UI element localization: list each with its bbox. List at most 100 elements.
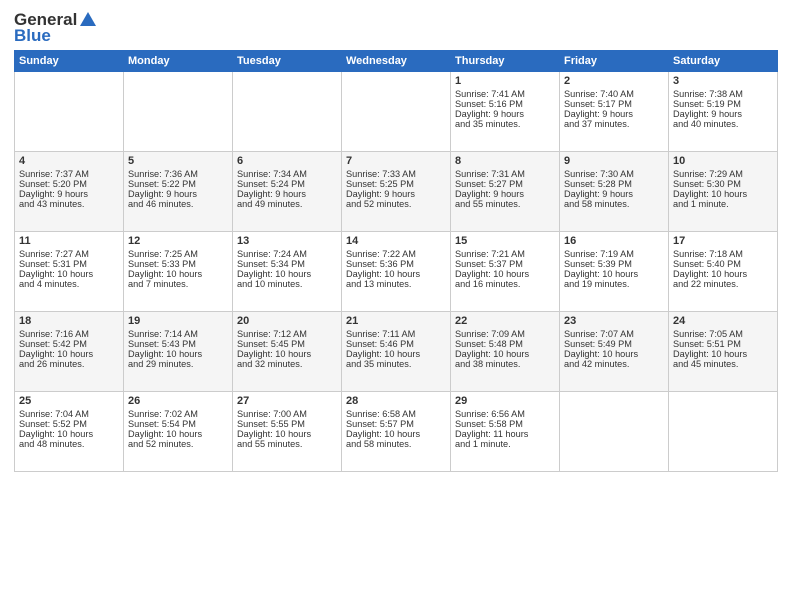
cell-text: Daylight: 9 hours — [455, 189, 555, 199]
cell-text: Daylight: 10 hours — [564, 349, 664, 359]
cell-text: Sunset: 5:31 PM — [19, 259, 119, 269]
cell-text: Sunset: 5:39 PM — [564, 259, 664, 269]
cell-text: Sunrise: 7:34 AM — [237, 169, 337, 179]
col-header-thursday: Thursday — [451, 51, 560, 72]
week-row-1: 4Sunrise: 7:37 AMSunset: 5:20 PMDaylight… — [15, 152, 778, 232]
cell-text: and 19 minutes. — [564, 279, 664, 289]
day-number: 13 — [237, 235, 337, 247]
calendar-cell: 2Sunrise: 7:40 AMSunset: 5:17 PMDaylight… — [560, 72, 669, 152]
logo-blue-text: Blue — [14, 26, 51, 46]
cell-text: Sunrise: 7:29 AM — [673, 169, 773, 179]
calendar-cell — [233, 72, 342, 152]
cell-text: Sunset: 5:48 PM — [455, 339, 555, 349]
cell-text: and 55 minutes. — [455, 199, 555, 209]
day-number: 12 — [128, 235, 228, 247]
week-row-3: 18Sunrise: 7:16 AMSunset: 5:42 PMDayligh… — [15, 312, 778, 392]
cell-text: Sunset: 5:34 PM — [237, 259, 337, 269]
cell-text: Daylight: 10 hours — [564, 269, 664, 279]
calendar-cell — [560, 392, 669, 472]
cell-text: Sunset: 5:16 PM — [455, 99, 555, 109]
col-header-monday: Monday — [124, 51, 233, 72]
col-header-tuesday: Tuesday — [233, 51, 342, 72]
day-number: 29 — [455, 395, 555, 407]
calendar-cell: 8Sunrise: 7:31 AMSunset: 5:27 PMDaylight… — [451, 152, 560, 232]
cell-text: Daylight: 10 hours — [455, 269, 555, 279]
day-number: 2 — [564, 75, 664, 87]
cell-text: Sunset: 5:36 PM — [346, 259, 446, 269]
calendar-cell: 15Sunrise: 7:21 AMSunset: 5:37 PMDayligh… — [451, 232, 560, 312]
calendar-cell: 1Sunrise: 7:41 AMSunset: 5:16 PMDaylight… — [451, 72, 560, 152]
calendar-cell: 23Sunrise: 7:07 AMSunset: 5:49 PMDayligh… — [560, 312, 669, 392]
cell-text: and 4 minutes. — [19, 279, 119, 289]
calendar-cell: 11Sunrise: 7:27 AMSunset: 5:31 PMDayligh… — [15, 232, 124, 312]
calendar-cell: 6Sunrise: 7:34 AMSunset: 5:24 PMDaylight… — [233, 152, 342, 232]
cell-text: Sunset: 5:51 PM — [673, 339, 773, 349]
cell-text: Sunrise: 7:11 AM — [346, 329, 446, 339]
cell-text: and 37 minutes. — [564, 119, 664, 129]
cell-text: Sunset: 5:33 PM — [128, 259, 228, 269]
day-number: 17 — [673, 235, 773, 247]
day-number: 22 — [455, 315, 555, 327]
calendar-cell: 17Sunrise: 7:18 AMSunset: 5:40 PMDayligh… — [669, 232, 778, 312]
calendar-cell: 14Sunrise: 7:22 AMSunset: 5:36 PMDayligh… — [342, 232, 451, 312]
cell-text: Sunset: 5:40 PM — [673, 259, 773, 269]
cell-text: Sunset: 5:58 PM — [455, 419, 555, 429]
calendar-cell: 13Sunrise: 7:24 AMSunset: 5:34 PMDayligh… — [233, 232, 342, 312]
cell-text: and 55 minutes. — [237, 439, 337, 449]
cell-text: Sunrise: 7:30 AM — [564, 169, 664, 179]
calendar-cell: 7Sunrise: 7:33 AMSunset: 5:25 PMDaylight… — [342, 152, 451, 232]
cell-text: Sunrise: 7:38 AM — [673, 89, 773, 99]
cell-text: Daylight: 10 hours — [19, 429, 119, 439]
calendar-container: General Blue SundayMondayTuesdayWednesda… — [0, 0, 792, 478]
cell-text: Daylight: 9 hours — [19, 189, 119, 199]
calendar-cell — [15, 72, 124, 152]
calendar-cell: 3Sunrise: 7:38 AMSunset: 5:19 PMDaylight… — [669, 72, 778, 152]
cell-text: Sunset: 5:45 PM — [237, 339, 337, 349]
day-number: 28 — [346, 395, 446, 407]
calendar-cell: 26Sunrise: 7:02 AMSunset: 5:54 PMDayligh… — [124, 392, 233, 472]
calendar-cell: 19Sunrise: 7:14 AMSunset: 5:43 PMDayligh… — [124, 312, 233, 392]
calendar-table: SundayMondayTuesdayWednesdayThursdayFrid… — [14, 50, 778, 472]
calendar-cell: 4Sunrise: 7:37 AMSunset: 5:20 PMDaylight… — [15, 152, 124, 232]
cell-text: Daylight: 10 hours — [673, 269, 773, 279]
day-number: 5 — [128, 155, 228, 167]
day-number: 14 — [346, 235, 446, 247]
day-number: 26 — [128, 395, 228, 407]
cell-text: Sunrise: 7:21 AM — [455, 249, 555, 259]
cell-text: Sunset: 5:52 PM — [19, 419, 119, 429]
calendar-cell: 28Sunrise: 6:58 AMSunset: 5:57 PMDayligh… — [342, 392, 451, 472]
cell-text: and 35 minutes. — [455, 119, 555, 129]
logo-icon — [78, 10, 98, 30]
col-header-saturday: Saturday — [669, 51, 778, 72]
day-number: 16 — [564, 235, 664, 247]
cell-text: and 42 minutes. — [564, 359, 664, 369]
calendar-cell: 18Sunrise: 7:16 AMSunset: 5:42 PMDayligh… — [15, 312, 124, 392]
day-number: 4 — [19, 155, 119, 167]
cell-text: Daylight: 10 hours — [673, 349, 773, 359]
cell-text: Daylight: 10 hours — [346, 429, 446, 439]
day-number: 11 — [19, 235, 119, 247]
cell-text: Sunrise: 7:22 AM — [346, 249, 446, 259]
cell-text: Daylight: 10 hours — [128, 429, 228, 439]
cell-text: Sunrise: 7:12 AM — [237, 329, 337, 339]
calendar-cell: 9Sunrise: 7:30 AMSunset: 5:28 PMDaylight… — [560, 152, 669, 232]
cell-text: Sunrise: 7:16 AM — [19, 329, 119, 339]
calendar-cell: 25Sunrise: 7:04 AMSunset: 5:52 PMDayligh… — [15, 392, 124, 472]
calendar-cell: 24Sunrise: 7:05 AMSunset: 5:51 PMDayligh… — [669, 312, 778, 392]
day-number: 6 — [237, 155, 337, 167]
cell-text: and 16 minutes. — [455, 279, 555, 289]
calendar-cell: 22Sunrise: 7:09 AMSunset: 5:48 PMDayligh… — [451, 312, 560, 392]
logo: General Blue — [14, 10, 99, 46]
cell-text: Sunrise: 7:37 AM — [19, 169, 119, 179]
day-number: 8 — [455, 155, 555, 167]
calendar-cell: 12Sunrise: 7:25 AMSunset: 5:33 PMDayligh… — [124, 232, 233, 312]
cell-text: Sunrise: 7:31 AM — [455, 169, 555, 179]
col-header-friday: Friday — [560, 51, 669, 72]
cell-text: Sunset: 5:46 PM — [346, 339, 446, 349]
cell-text: Sunrise: 7:19 AM — [564, 249, 664, 259]
calendar-cell: 5Sunrise: 7:36 AMSunset: 5:22 PMDaylight… — [124, 152, 233, 232]
calendar-header-row: SundayMondayTuesdayWednesdayThursdayFrid… — [15, 51, 778, 72]
cell-text: and 22 minutes. — [673, 279, 773, 289]
day-number: 20 — [237, 315, 337, 327]
cell-text: and 10 minutes. — [237, 279, 337, 289]
